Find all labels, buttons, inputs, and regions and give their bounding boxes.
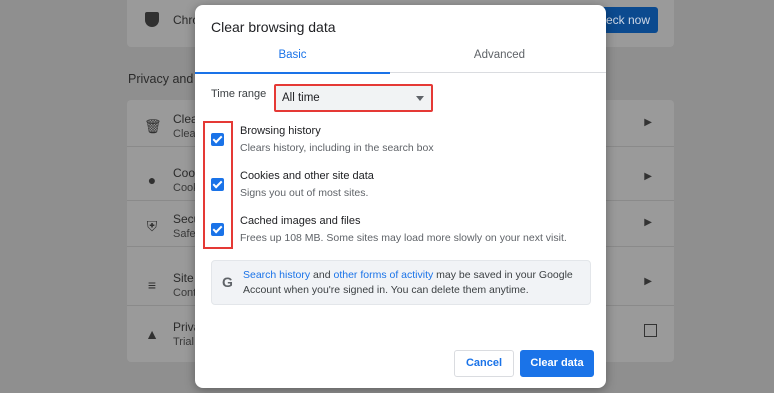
external-link-icon xyxy=(644,324,657,337)
row-subtitle: Trial xyxy=(173,336,194,348)
privacy-section-heading: Privacy and s xyxy=(128,72,204,86)
browsing-history-checkbox[interactable] xyxy=(211,133,224,146)
google-g-icon: G xyxy=(222,274,233,290)
other-activity-link[interactable]: other forms of activity xyxy=(333,269,433,281)
chevron-right-icon: ▶ xyxy=(644,217,652,228)
cookies-subtitle: Signs you out of most sites. xyxy=(240,187,369,199)
tab-advanced[interactable]: Advanced xyxy=(402,43,597,73)
cancel-button[interactable]: Cancel xyxy=(454,350,514,377)
trash-icon: 🗑 xyxy=(144,118,162,134)
check-now-button[interactable]: eck now xyxy=(600,7,658,33)
clear-browsing-data-dialog: Clear browsing data Basic Advanced Time … xyxy=(195,5,606,388)
flask-icon: ▲ xyxy=(145,326,159,342)
cached-images-subtitle: Frees up 108 MB. Some sites may load mor… xyxy=(240,232,567,244)
browsing-history-subtitle: Clears history, including in the search … xyxy=(240,142,434,154)
chevron-right-icon: ▶ xyxy=(644,171,652,182)
sliders-icon: ≡ xyxy=(147,277,157,293)
cookies-title: Cookies and other site data xyxy=(240,170,374,182)
info-text: Search history and other forms of activi… xyxy=(243,268,583,298)
row-subtitle: Cont xyxy=(173,287,197,299)
info-text-part: and xyxy=(310,269,334,281)
browsing-history-title: Browsing history xyxy=(240,125,321,137)
cookies-checkbox[interactable] xyxy=(211,178,224,191)
chevron-right-icon: ▶ xyxy=(644,276,652,287)
cached-images-title: Cached images and files xyxy=(240,215,361,227)
dialog-title: Clear browsing data xyxy=(211,19,336,35)
tab-basic[interactable]: Basic xyxy=(195,43,390,74)
dialog-tabs: Basic Advanced xyxy=(195,43,606,74)
google-account-info-box: G Search history and other forms of acti… xyxy=(211,260,591,305)
shield-icon xyxy=(145,12,159,27)
cached-images-checkbox[interactable] xyxy=(211,223,224,236)
shield-icon: ⛨ xyxy=(146,218,158,234)
search-history-link[interactable]: Search history xyxy=(243,269,310,281)
time-range-value: All time xyxy=(282,92,320,104)
row-subtitle: Safe xyxy=(173,228,196,240)
row-subtitle: Clea xyxy=(173,128,196,140)
time-range-select[interactable]: All time xyxy=(274,84,433,112)
time-range-label: Time range xyxy=(211,88,267,100)
clear-data-button[interactable]: Clear data xyxy=(520,350,594,377)
chevron-right-icon: ▶ xyxy=(644,117,652,128)
cookie-icon: ● xyxy=(147,172,157,188)
dropdown-arrow-icon xyxy=(416,96,424,101)
